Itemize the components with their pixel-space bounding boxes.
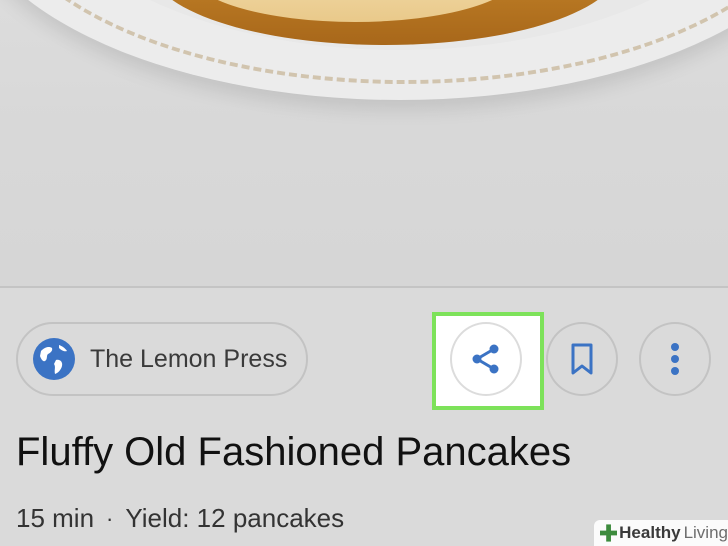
more-options-button[interactable]: [639, 322, 711, 396]
watermark-brand-a: Healthy: [619, 523, 681, 542]
bookmark-icon: [571, 343, 593, 375]
meta-separator: ·: [106, 505, 114, 531]
recipe-yield: Yield: 12 pancakes: [125, 503, 345, 533]
watermark: Healthy Living: [594, 520, 728, 546]
recipe-meta: 15 min · Yield: 12 pancakes: [16, 503, 344, 534]
share-icon: [472, 344, 499, 374]
bookmark-button[interactable]: [546, 322, 618, 396]
recipe-card-screen: The Lemon Press Fluffy Old Fashioned Pan…: [0, 0, 728, 546]
recipe-title: Fluffy Old Fashioned Pancakes: [16, 430, 572, 474]
source-chip[interactable]: The Lemon Press: [16, 322, 308, 396]
source-name: The Lemon Press: [90, 344, 288, 373]
watermark-brand-b: Living: [683, 523, 728, 542]
cross-logo-icon: [600, 524, 618, 542]
share-button[interactable]: [450, 322, 522, 396]
more-vert-icon: [671, 343, 679, 375]
globe-icon: [33, 338, 75, 380]
recipe-time: 15 min: [16, 503, 95, 533]
divider: [0, 286, 728, 288]
recipe-photo[interactable]: [0, 0, 728, 287]
